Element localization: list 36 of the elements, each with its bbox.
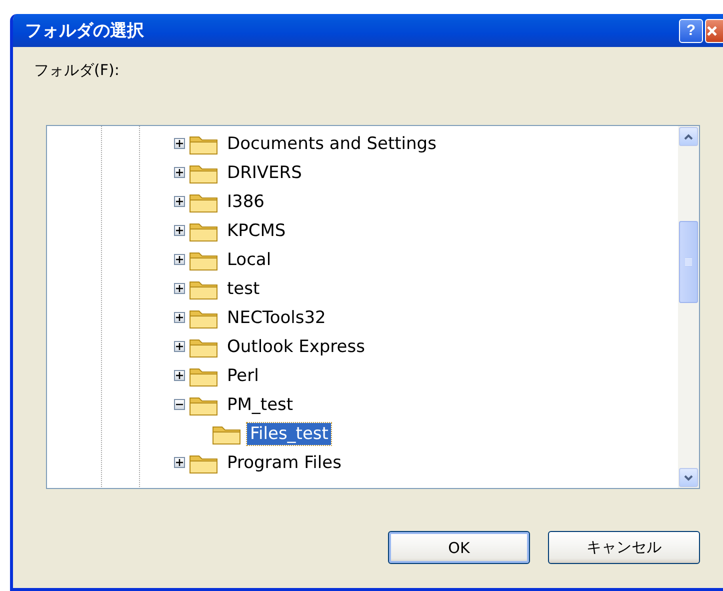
grip-icon: [685, 258, 692, 266]
tree-label: フォルダ(F):: [34, 61, 120, 80]
folder-name[interactable]: Outlook Express: [224, 336, 368, 358]
folder-name[interactable]: Perl: [224, 364, 262, 386]
expand-icon[interactable]: [174, 138, 185, 149]
folder-name[interactable]: test: [224, 278, 263, 300]
expand-icon[interactable]: [174, 312, 185, 323]
collapse-icon[interactable]: [174, 399, 185, 410]
close-button[interactable]: [705, 18, 723, 42]
expand-icon[interactable]: [174, 196, 185, 207]
scroll-thumb[interactable]: [679, 221, 698, 303]
scroll-down-button[interactable]: [679, 468, 698, 487]
folder-name[interactable]: DRIVERS: [224, 162, 305, 184]
expand-icon[interactable]: [174, 370, 185, 381]
folder-name[interactable]: PM_test: [224, 394, 296, 416]
cancel-button[interactable]: キャンセル: [548, 531, 700, 564]
expand-icon[interactable]: [174, 225, 185, 236]
expand-icon[interactable]: [174, 254, 185, 265]
scrollbar[interactable]: [678, 126, 699, 488]
folder-name[interactable]: KPCMS: [224, 220, 289, 242]
folder-name[interactable]: Local: [224, 248, 274, 270]
window-title: フォルダの選択: [25, 20, 144, 42]
folder-name[interactable]: NECTools32: [224, 306, 329, 328]
expand-icon[interactable]: [174, 341, 185, 352]
chevron-up-icon[interactable]: [684, 134, 693, 140]
chevron-down-icon[interactable]: [684, 474, 693, 480]
ok-button[interactable]: OK: [388, 531, 530, 564]
expand-icon[interactable]: [174, 283, 185, 294]
expand-icon[interactable]: [174, 457, 185, 468]
folder-name[interactable]: Files_test: [247, 422, 332, 444]
expand-icon[interactable]: [174, 167, 185, 178]
folder-name[interactable]: Documents and Settings: [224, 132, 440, 154]
close-icon[interactable]: [706, 24, 718, 36]
folder-name[interactable]: I386: [224, 190, 268, 212]
folder-name[interactable]: Program Files: [224, 452, 344, 474]
scroll-up-button[interactable]: [679, 127, 698, 146]
